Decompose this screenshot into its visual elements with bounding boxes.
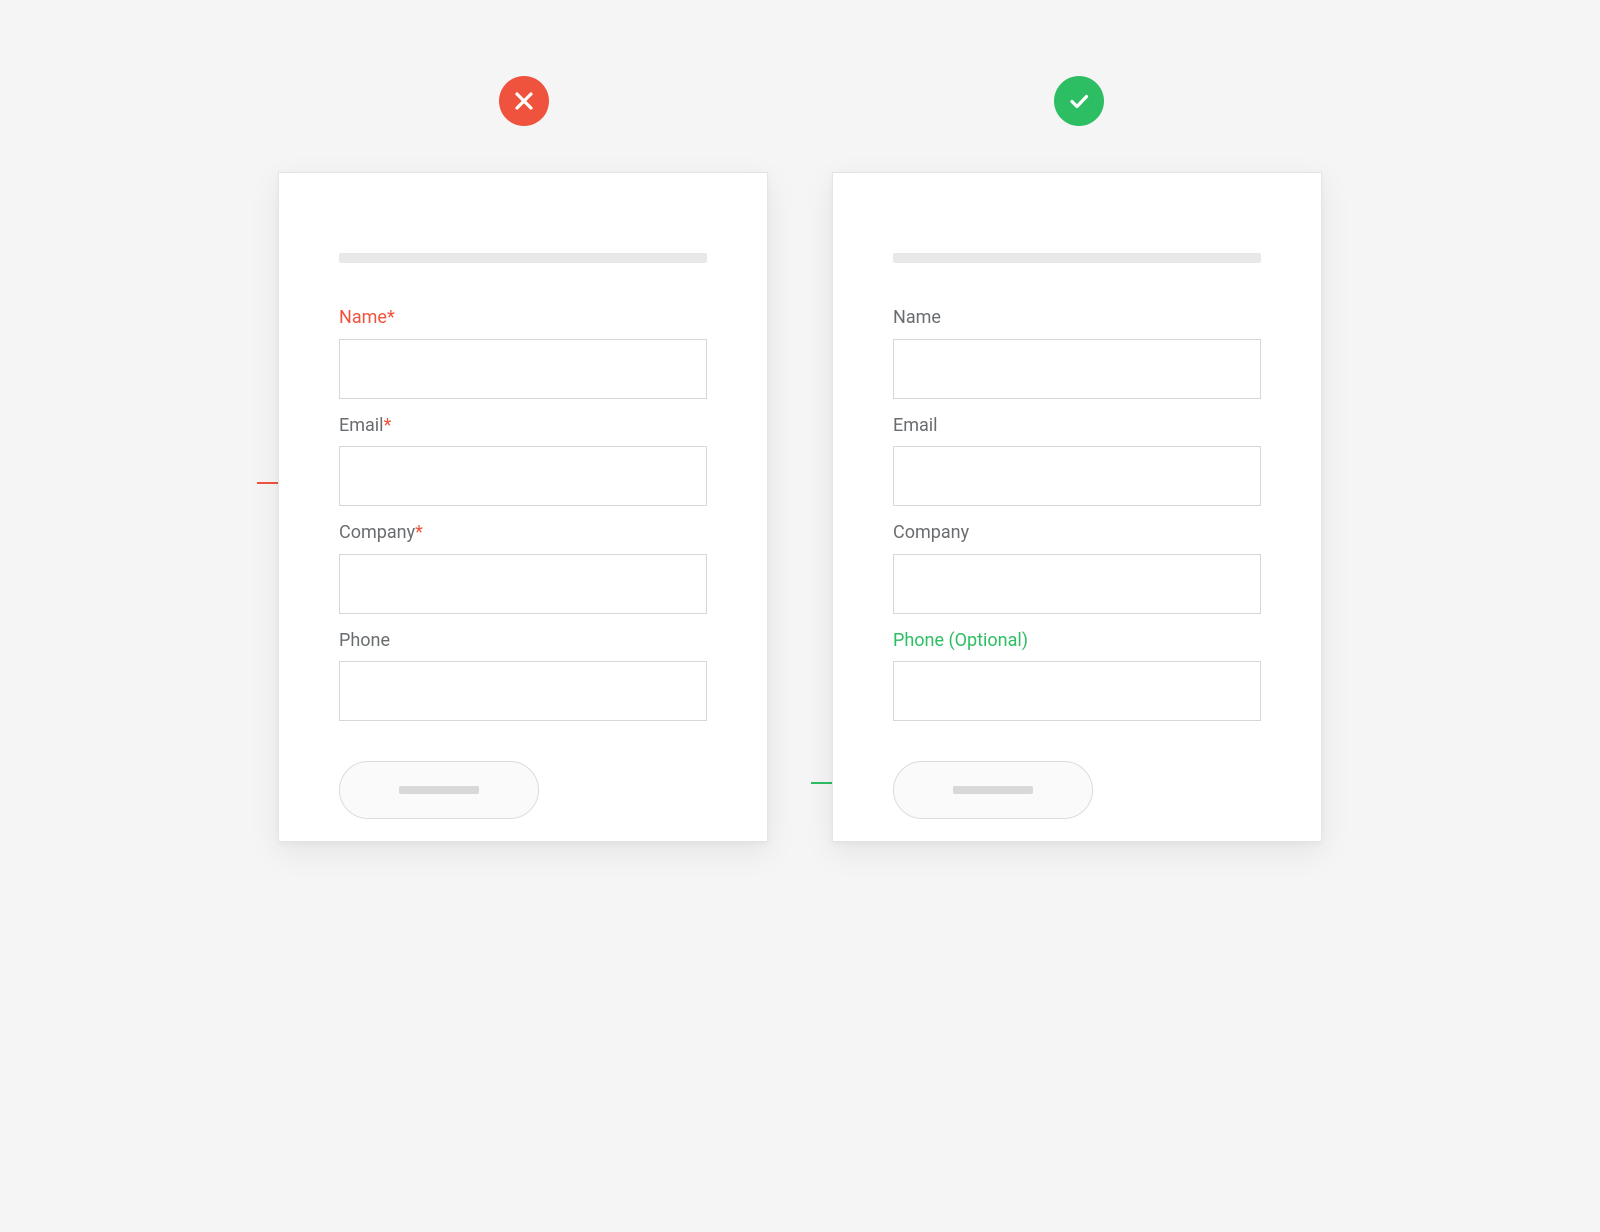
form-title-placeholder (339, 253, 707, 263)
email-input[interactable] (339, 446, 707, 506)
bad-badge (499, 76, 549, 126)
email-field: Email (893, 415, 1261, 507)
submit-label-placeholder (953, 786, 1033, 794)
company-input[interactable] (893, 554, 1261, 614)
phone-label: Phone (Optional) (893, 630, 1261, 652)
check-icon (1067, 89, 1091, 113)
phone-input[interactable] (339, 661, 707, 721)
comparison-diagram: Name* Email* Company* Phone (182, 0, 1418, 980)
phone-input[interactable] (893, 661, 1261, 721)
company-input[interactable] (339, 554, 707, 614)
company-label: Company (893, 522, 1261, 544)
submit-label-placeholder (399, 786, 479, 794)
name-input[interactable] (339, 339, 707, 399)
submit-button[interactable] (893, 761, 1093, 819)
bad-form-card: Name* Email* Company* Phone (278, 172, 768, 842)
email-label: Email* (339, 415, 707, 437)
company-field: Company (893, 522, 1261, 614)
submit-button[interactable] (339, 761, 539, 819)
company-label: Company* (339, 522, 707, 544)
company-field: Company* (339, 522, 707, 614)
close-icon (513, 90, 535, 112)
name-input[interactable] (893, 339, 1261, 399)
phone-label: Phone (339, 630, 707, 652)
good-badge (1054, 76, 1104, 126)
name-field: Name* (339, 307, 707, 399)
phone-field: Phone (339, 630, 707, 722)
name-label: Name (893, 307, 1261, 329)
email-label: Email (893, 415, 1261, 437)
form-title-placeholder (893, 253, 1261, 263)
email-input[interactable] (893, 446, 1261, 506)
good-form-card: Name Email Company Phone (Optional) (832, 172, 1322, 842)
phone-field: Phone (Optional) (893, 630, 1261, 722)
name-label: Name* (339, 307, 707, 329)
email-field: Email* (339, 415, 707, 507)
name-field: Name (893, 307, 1261, 399)
